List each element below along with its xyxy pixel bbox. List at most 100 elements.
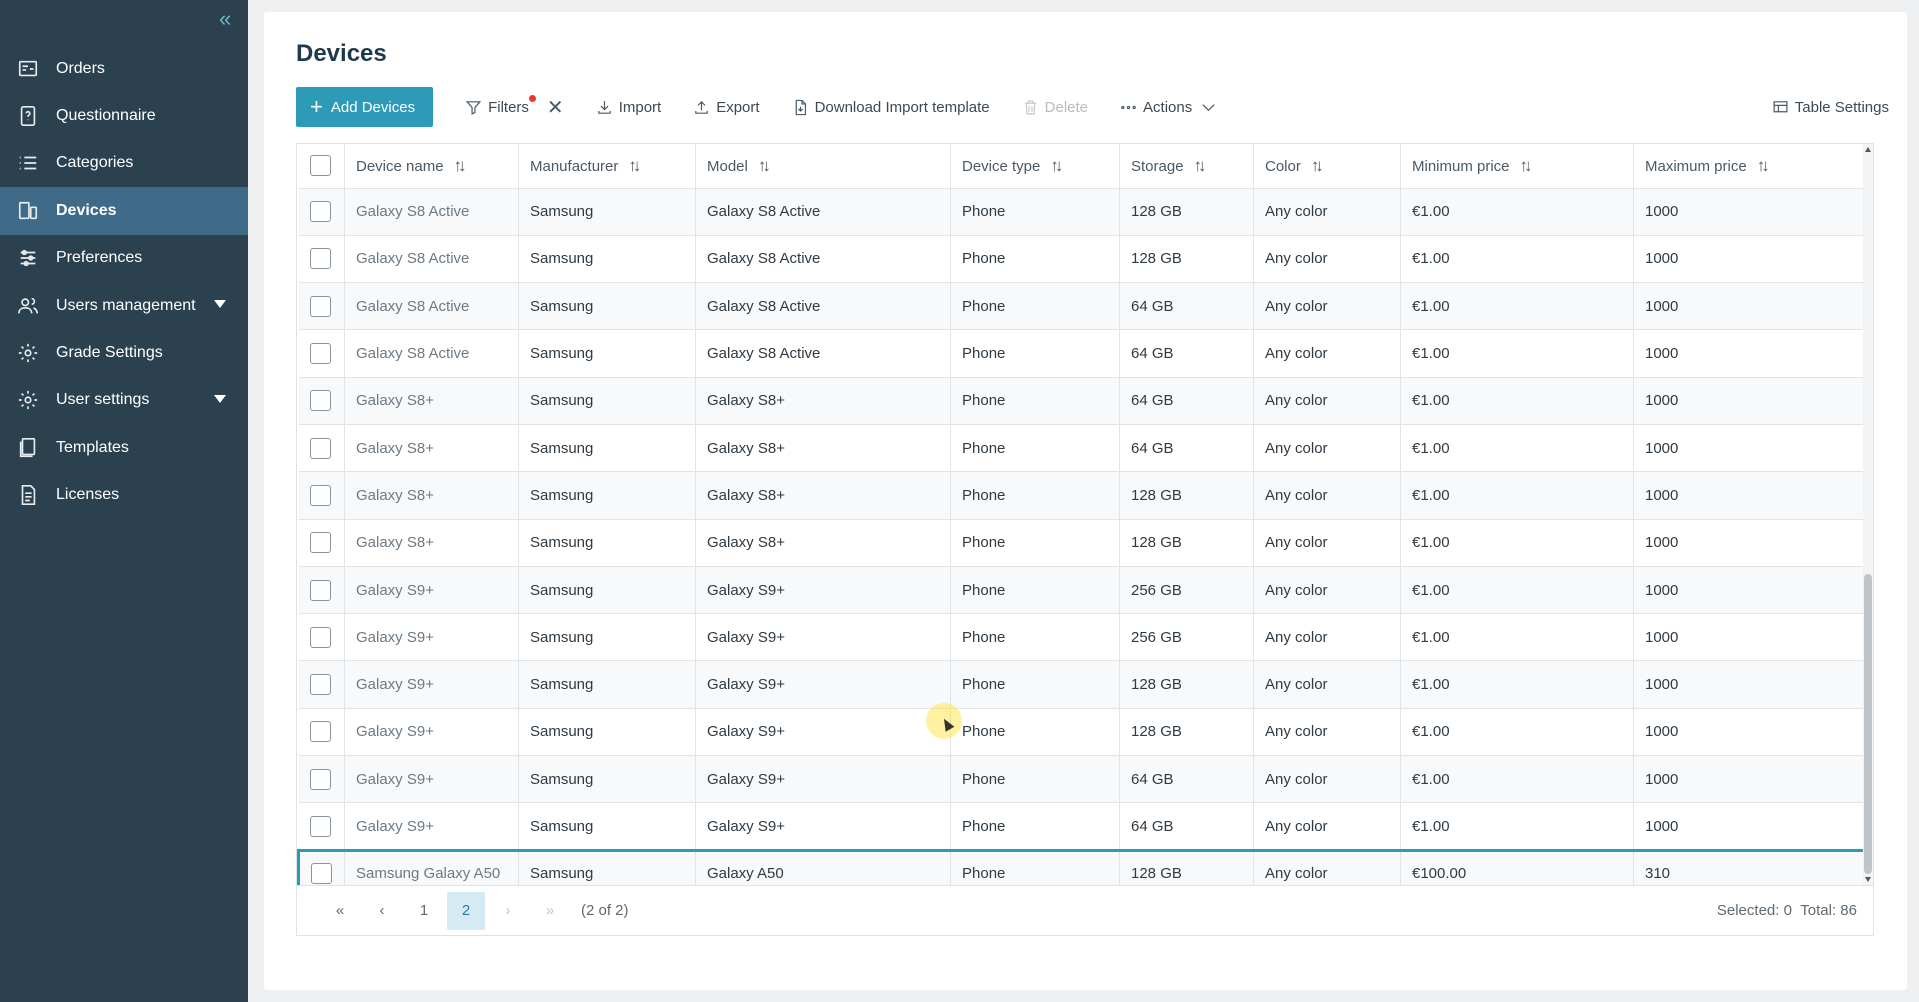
sort-icon[interactable]: ↑↓: [628, 156, 641, 176]
scroll-down-icon[interactable]: [1865, 877, 1871, 882]
sidebar-item-grade-settings[interactable]: Grade Settings: [0, 329, 248, 376]
actions-label: Actions: [1143, 98, 1193, 116]
row-checkbox-cell: [298, 566, 345, 615]
column-header[interactable]: Maximum price ↑↓: [1633, 144, 1866, 189]
column-header[interactable]: Minimum price ↑↓: [1400, 144, 1634, 189]
table-row[interactable]: Galaxy S9+ Samsung Galaxy S9+ Phone 128 GB An…: [298, 708, 1866, 757]
expand-caret-icon[interactable]: [214, 299, 226, 308]
table-row[interactable]: Galaxy S9+ Samsung Galaxy S9+ Phone 128 GB An…: [298, 660, 1866, 709]
prev-page-button[interactable]: ‹: [363, 892, 401, 930]
sidebar-item-templates[interactable]: Templates: [0, 424, 248, 471]
table-cell: Galaxy S9+: [344, 566, 519, 615]
last-page-button[interactable]: »: [531, 892, 569, 930]
row-checkbox[interactable]: [309, 815, 331, 837]
table-row[interactable]: Galaxy S8+ Samsung Galaxy S8+ Phone 64 GB Any…: [298, 424, 1866, 473]
table-row[interactable]: Galaxy S8 Active Samsung Galaxy S8 Active P…: [298, 188, 1866, 236]
delete-button[interactable]: Delete: [1022, 99, 1088, 116]
row-checkbox[interactable]: [309, 721, 331, 743]
row-checkbox[interactable]: [309, 579, 331, 601]
export-button[interactable]: Export: [693, 98, 760, 116]
row-checkbox[interactable]: [309, 674, 331, 696]
table-cell: Phone: [950, 329, 1120, 378]
sidebar-item-orders[interactable]: Orders: [0, 45, 248, 92]
row-checkbox[interactable]: [309, 201, 331, 223]
add-devices-button[interactable]: + Add Devices: [296, 87, 434, 127]
sidebar-item-categories[interactable]: Categories: [0, 140, 248, 187]
row-checkbox[interactable]: [309, 437, 331, 459]
table-cell: 64 GB: [1119, 755, 1254, 804]
table-cell: 128 GB: [1119, 471, 1254, 520]
first-page-button[interactable]: «: [321, 892, 359, 930]
row-checkbox[interactable]: [309, 390, 331, 412]
row-checkbox[interactable]: [309, 343, 331, 365]
table-row[interactable]: Galaxy S8 Active Samsung Galaxy S8 Active P…: [298, 282, 1866, 331]
table-cell: Any color: [1253, 566, 1401, 615]
page-1-button[interactable]: 1: [405, 892, 443, 930]
table-row[interactable]: Galaxy S9+ Samsung Galaxy S9+ Phone 256 GB An…: [298, 613, 1866, 662]
table-settings-button[interactable]: Table Settings: [1772, 99, 1889, 116]
export-label: Export: [716, 98, 760, 116]
sidebar-item-user-settings[interactable]: User settings: [0, 377, 248, 424]
actions-dropdown[interactable]: Actions: [1120, 99, 1223, 116]
table-cell: Samsung: [518, 235, 696, 284]
sort-icon[interactable]: ↑↓: [1757, 156, 1770, 176]
column-header[interactable]: Storage ↑↓: [1119, 144, 1254, 189]
row-checkbox-cell: [298, 519, 345, 567]
sort-icon[interactable]: ↑↓: [454, 156, 467, 176]
collapse-sidebar-icon[interactable]: «: [219, 8, 239, 30]
download-template-button[interactable]: Download Import template: [792, 99, 990, 116]
column-header[interactable]: Manufacturer ↑↓: [518, 144, 696, 189]
column-header[interactable]: Color ↑↓: [1253, 144, 1401, 189]
import-button[interactable]: Import: [596, 99, 661, 116]
sidebar-nav: Orders Questionnaire Categories Devices Pref…: [0, 45, 248, 519]
table-row[interactable]: Galaxy S9+ Samsung Galaxy S9+ Phone 256 GB An…: [298, 566, 1866, 615]
table-cell: Any color: [1253, 329, 1401, 378]
sort-icon[interactable]: ↑↓: [1194, 156, 1207, 176]
table-cell: 1000: [1633, 235, 1866, 284]
table-row[interactable]: Galaxy S9+ Samsung Galaxy S9+ Phone 64 GB Any…: [298, 802, 1866, 851]
list-icon: [16, 151, 40, 175]
row-checkbox[interactable]: [309, 532, 331, 554]
row-checkbox[interactable]: [309, 248, 331, 270]
column-header[interactable]: Device name ↑↓: [344, 144, 519, 189]
sort-icon[interactable]: ↑↓: [758, 156, 771, 176]
page-2-button[interactable]: 2: [447, 891, 485, 930]
scroll-up-icon[interactable]: [1865, 147, 1871, 152]
orders-icon: [16, 57, 40, 81]
column-header[interactable]: Model ↑↓: [695, 144, 951, 189]
column-header[interactable]: Device type ↑↓: [950, 144, 1120, 189]
filters-button[interactable]: Filters: [465, 94, 536, 116]
sort-icon[interactable]: ↑↓: [1311, 156, 1324, 176]
table-row[interactable]: Galaxy S8+ Samsung Galaxy S8+ Phone 64 GB Any…: [298, 377, 1866, 425]
table-cell: Galaxy S8+: [695, 377, 951, 425]
select-all-checkbox[interactable]: [309, 155, 331, 177]
row-checkbox[interactable]: [309, 484, 331, 506]
table-scrollbar[interactable]: [1863, 144, 1873, 885]
expand-caret-icon[interactable]: [214, 394, 226, 403]
table-cell: Any color: [1253, 708, 1401, 757]
row-checkbox[interactable]: [309, 295, 331, 317]
sidebar-item-licenses[interactable]: Licenses: [0, 472, 248, 519]
scrollbar-thumb[interactable]: [1864, 574, 1872, 874]
clear-filters-icon[interactable]: ✕: [547, 95, 564, 120]
table-row[interactable]: Galaxy S8+ Samsung Galaxy S8+ Phone 128 GB An…: [298, 471, 1866, 520]
sidebar-item-questionnaire[interactable]: Questionnaire: [0, 92, 248, 139]
table-row[interactable]: Galaxy S9+ Samsung Galaxy S9+ Phone 64 GB Any…: [298, 755, 1866, 804]
row-checkbox[interactable]: [309, 626, 331, 648]
table-cell: Galaxy S8 Active: [695, 282, 951, 331]
row-checkbox[interactable]: [309, 768, 331, 790]
add-devices-label: Add Devices: [330, 98, 416, 116]
table-row[interactable]: Galaxy S8+ Samsung Galaxy S8+ Phone 128 GB An…: [298, 519, 1866, 567]
table-cell: Samsung: [518, 471, 696, 520]
table-row[interactable]: Samsung Galaxy A50 Samsung Galaxy A50 Phone…: [297, 848, 1867, 885]
table-row[interactable]: Galaxy S8 Active Samsung Galaxy S8 Active P…: [298, 329, 1866, 378]
table-row[interactable]: Galaxy S8 Active Samsung Galaxy S8 Active P…: [298, 235, 1866, 284]
sidebar-item-preferences[interactable]: Preferences: [0, 235, 248, 282]
sidebar-item-users-management[interactable]: Users management: [0, 282, 248, 329]
sort-icon[interactable]: ↑↓: [1520, 156, 1533, 176]
row-checkbox[interactable]: [311, 863, 332, 885]
sort-icon[interactable]: ↑↓: [1050, 156, 1063, 176]
table-cell: €1.00: [1400, 802, 1634, 851]
sidebar-item-devices[interactable]: Devices: [0, 187, 248, 235]
next-page-button[interactable]: ›: [489, 892, 527, 930]
